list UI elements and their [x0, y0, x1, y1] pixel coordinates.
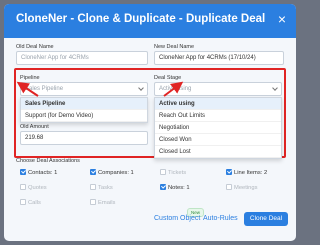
- association-checkbox[interactable]: Notes: 1: [160, 184, 190, 191]
- checkbox-empty-icon: [90, 184, 96, 190]
- associations-label: Choose Deal Associations: [16, 158, 80, 164]
- association-checkbox[interactable]: Emails: [90, 199, 115, 206]
- association-checkbox[interactable]: Calls: [20, 199, 41, 206]
- checkbox-checked-icon: [20, 169, 26, 175]
- association-checkbox[interactable]: Contacts: 1: [20, 169, 57, 176]
- auto-rules-link[interactable]: Auto-Rules: [203, 215, 238, 222]
- association-checkbox[interactable]: Quotes: [20, 184, 47, 191]
- duplicate-deal-modal: CloneNer - Clone & Duplicate - Duplicate…: [4, 4, 296, 241]
- checkbox-checked-icon: [90, 169, 96, 175]
- checkbox-checked-icon: [160, 184, 166, 190]
- association-checkbox[interactable]: Meetings: [226, 184, 258, 191]
- checkbox-empty-icon: [90, 199, 96, 205]
- association-checkbox[interactable]: Companies: 1: [90, 169, 134, 176]
- arrow-pipeline: [16, 81, 39, 97]
- clone-deal-button[interactable]: Clone Deal: [244, 212, 288, 226]
- association-checkbox[interactable]: Tasks: [90, 184, 113, 191]
- checkbox-empty-icon: [20, 184, 26, 190]
- association-checkbox[interactable]: Line Items: 2: [226, 169, 267, 176]
- checkbox-empty-icon: [20, 199, 26, 205]
- association-checkbox[interactable]: Tickets: [160, 169, 186, 176]
- checkbox-empty-icon: [226, 184, 232, 190]
- checkbox-checked-icon: [226, 169, 232, 175]
- annotation-arrows: [16, 81, 184, 97]
- arrow-deal-stage: [163, 81, 184, 97]
- custom-object-link[interactable]: Custom Object: [154, 215, 200, 222]
- checkbox-empty-icon: [160, 169, 166, 175]
